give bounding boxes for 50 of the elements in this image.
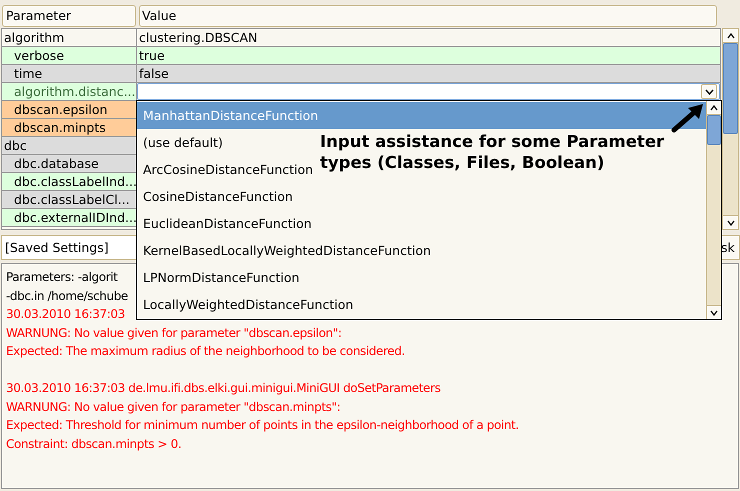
parameter-cell[interactable]: dbc.classLabelInd... (2, 173, 137, 190)
annotation-text: Input assistance for some Parameter types (Classes, Files, Boolean) (320, 131, 666, 173)
scroll-thumb[interactable] (723, 43, 738, 134)
log-line: Parameters: -algorit (6, 269, 118, 286)
scroll-up-button[interactable] (723, 29, 738, 43)
dropdown-option[interactable]: LPNormDistanceFunction (137, 264, 300, 291)
scroll-up-button[interactable] (707, 101, 721, 115)
value-cell[interactable]: true (137, 47, 720, 64)
column-header[interactable]: Parameter (2, 5, 136, 27)
parameter-cell[interactable]: dbscan.epsilon (2, 101, 137, 118)
dropdown-option[interactable]: LocallyWeightedDistanceFunction (137, 291, 354, 318)
parameter-cell[interactable]: dbc.database (2, 155, 137, 172)
scroll-thumb[interactable] (707, 115, 721, 145)
dropdown-button[interactable] (701, 84, 717, 99)
scrollbar[interactable] (722, 28, 739, 230)
task-button[interactable]: sk (720, 235, 740, 260)
log-line: WARNUNG: No value given for parameter "dbscan.minpts": (6, 398, 340, 416)
down-chevron-icon (726, 220, 734, 226)
parameter-cell[interactable]: dbc (2, 137, 137, 154)
parameter-cell[interactable]: algorithm (2, 29, 137, 46)
down-chevron-icon (704, 88, 714, 94)
arrow-icon (670, 103, 704, 133)
log-line: 30.03.2010 16:37:03 (6, 306, 125, 323)
dropdown-option[interactable]: KernelBasedLocallyWeightedDistanceFunction (137, 237, 431, 264)
parameter-cell[interactable]: algorithm.distanc... (2, 83, 137, 100)
value-cell[interactable]: false (137, 65, 720, 82)
log-line: -dbc.in /home/schube (6, 288, 128, 304)
log-line: 30.03.2010 16:37:03 de.lmu.ifi.dbs.elki.gui.minigui.MiniGUI doSetParameters (6, 380, 440, 397)
log-line: Constraint: dbscan.minpts > 0. (6, 436, 182, 452)
log-line: Expected: Threshold for minimum number of points in the epsilon-neighborhood of a point. (6, 417, 519, 434)
down-chevron-icon (710, 310, 718, 316)
up-chevron-icon (710, 104, 718, 111)
parameter-cell[interactable]: dbc.classLabelCl... (2, 191, 137, 208)
dropdown-option[interactable]: ArcCosineDistanceFunction (137, 156, 314, 183)
dropdown-option[interactable]: EuclideanDistanceFunction (137, 210, 312, 237)
up-chevron-icon (726, 32, 734, 39)
parameter-cell[interactable]: time (2, 65, 137, 82)
parameter-cell[interactable]: dbscan.minpts (2, 119, 137, 136)
parameter-cell[interactable]: dbc.externalIDInd... (2, 209, 137, 226)
log-line: WARNUNG: No value given for parameter "dbscan.epsilon": (6, 324, 342, 342)
column-header[interactable]: Value (139, 5, 717, 27)
dropdown-option[interactable]: (use default) (137, 129, 223, 156)
log-line: Expected: The maximum radius of the neighborhood to be considered. (6, 343, 405, 360)
scroll-down-button[interactable] (723, 215, 738, 229)
scroll-down-button[interactable] (707, 305, 721, 319)
dropdown-option[interactable]: CosineDistanceFunction (137, 183, 293, 210)
dropdown-scrollbar[interactable] (706, 101, 721, 319)
parameter-cell[interactable]: verbose (2, 47, 137, 64)
saved-settings-combo[interactable]: [Saved Settings] (1, 235, 137, 260)
value-input-field[interactable] (137, 83, 720, 100)
